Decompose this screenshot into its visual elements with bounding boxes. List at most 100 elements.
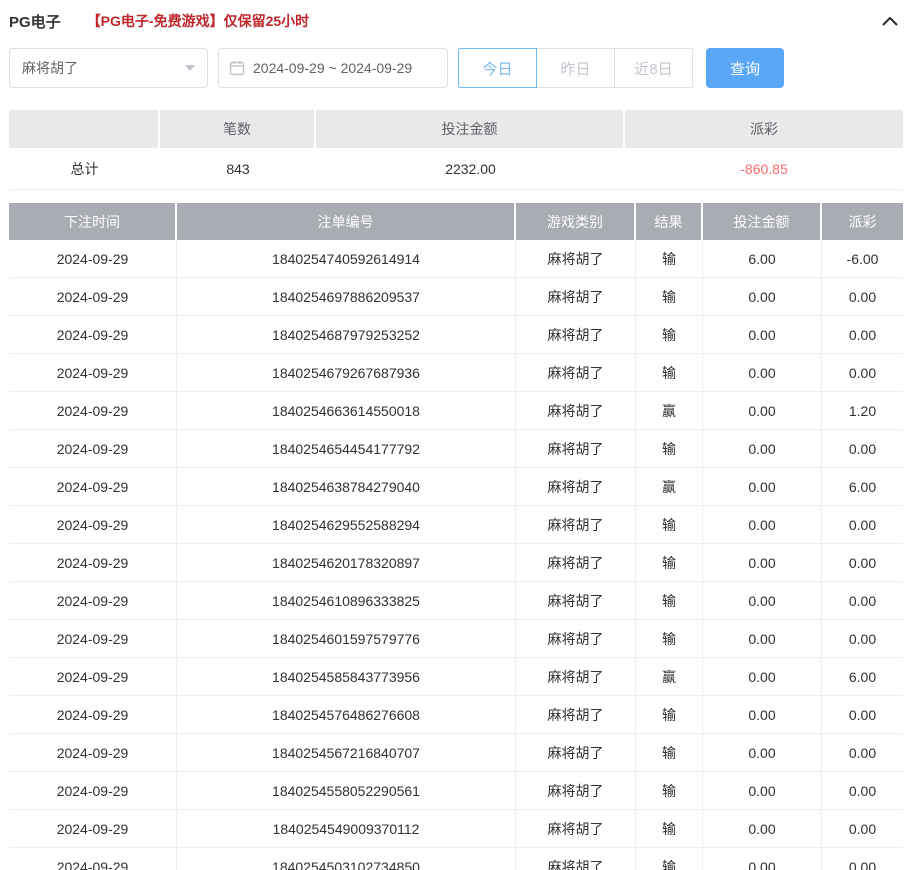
- records-table-body: 2024-09-291840254740592614914麻将胡了输6.00-6…: [9, 240, 903, 870]
- summary-bet-amount-value: 2232.00: [316, 148, 625, 190]
- table-row: 2024-09-291840254697886209537麻将胡了输0.000.…: [9, 278, 903, 316]
- summary-header-count: 笔数: [160, 110, 316, 148]
- summary-payout-value: -860.85: [625, 148, 903, 190]
- header-bet-time: 下注时间: [9, 203, 177, 240]
- payout-cell: 0.00: [822, 544, 903, 582]
- pg-records-panel: PG电子 【PG电子-免费游戏】仅保留25小时 麻将胡了 2024-09-29 …: [0, 0, 915, 870]
- result-cell: 输: [636, 316, 703, 354]
- result-cell: 输: [636, 430, 703, 468]
- result-cell: 赢: [636, 658, 703, 696]
- game-type-cell: 麻将胡了: [516, 772, 636, 810]
- game-type-cell: 麻将胡了: [516, 354, 636, 392]
- game-type-cell: 麻将胡了: [516, 810, 636, 848]
- payout-cell: 0.00: [822, 772, 903, 810]
- order-id-cell: 1840254558052290561: [177, 772, 516, 810]
- order-id-cell: 1840254576486276608: [177, 696, 516, 734]
- table-row: 2024-09-291840254740592614914麻将胡了输6.00-6…: [9, 240, 903, 278]
- order-id-cell: 1840254638784279040: [177, 468, 516, 506]
- payout-cell: 1.20: [822, 392, 903, 430]
- order-id-cell: 1840254610896333825: [177, 582, 516, 620]
- panel-title: PG电子: [9, 11, 61, 32]
- game-select-value: 麻将胡了: [22, 58, 78, 78]
- panel-notice: 【PG电子-免费游戏】仅保留25小时: [87, 11, 309, 31]
- payout-cell: -6.00: [822, 240, 903, 278]
- quick-range-button-group: 今日 昨日 近8日: [458, 48, 693, 88]
- payout-cell: 0.00: [822, 620, 903, 658]
- result-cell: 赢: [636, 392, 703, 430]
- table-row: 2024-09-291840254558052290561麻将胡了输0.000.…: [9, 772, 903, 810]
- table-row: 2024-09-291840254567216840707麻将胡了输0.000.…: [9, 734, 903, 772]
- bet-amount-cell: 0.00: [703, 582, 822, 620]
- summary-header-blank: [9, 110, 160, 148]
- header-result: 结果: [636, 203, 703, 240]
- date-range-picker[interactable]: 2024-09-29 ~ 2024-09-29: [218, 48, 448, 88]
- records-header-row: 下注时间 注单编号 游戏类别 结果 投注金额 派彩: [9, 203, 903, 240]
- order-id-cell: 1840254585843773956: [177, 658, 516, 696]
- bet-amount-cell: 0.00: [703, 278, 822, 316]
- bet-amount-cell: 0.00: [703, 810, 822, 848]
- collapse-panel-button[interactable]: [882, 16, 898, 26]
- game-type-cell: 麻将胡了: [516, 620, 636, 658]
- table-row: 2024-09-291840254576486276608麻将胡了输0.000.…: [9, 696, 903, 734]
- summary-count-value: 843: [160, 148, 316, 190]
- bet-time-cell: 2024-09-29: [9, 278, 177, 316]
- bet-amount-cell: 0.00: [703, 392, 822, 430]
- bet-amount-cell: 0.00: [703, 734, 822, 772]
- payout-cell: 0.00: [822, 848, 903, 870]
- payout-cell: 0.00: [822, 278, 903, 316]
- header-payout: 派彩: [822, 203, 903, 240]
- bet-amount-cell: 0.00: [703, 430, 822, 468]
- game-type-cell: 麻将胡了: [516, 658, 636, 696]
- bet-time-cell: 2024-09-29: [9, 240, 177, 278]
- bet-time-cell: 2024-09-29: [9, 392, 177, 430]
- bet-time-cell: 2024-09-29: [9, 734, 177, 772]
- summary-header-payout: 派彩: [625, 110, 903, 148]
- game-type-cell: 麻将胡了: [516, 316, 636, 354]
- bet-time-cell: 2024-09-29: [9, 772, 177, 810]
- table-row: 2024-09-291840254638784279040麻将胡了赢0.006.…: [9, 468, 903, 506]
- game-type-cell: 麻将胡了: [516, 544, 636, 582]
- panel-header: PG电子 【PG电子-免费游戏】仅保留25小时: [9, 0, 906, 42]
- game-select[interactable]: 麻将胡了: [9, 48, 208, 88]
- result-cell: 输: [636, 848, 703, 870]
- order-id-cell: 1840254654454177792: [177, 430, 516, 468]
- order-id-cell: 1840254663614550018: [177, 392, 516, 430]
- summary-header-bet-amount: 投注金额: [316, 110, 625, 148]
- header-game-type: 游戏类别: [516, 203, 636, 240]
- bet-time-cell: 2024-09-29: [9, 316, 177, 354]
- payout-cell: 0.00: [822, 810, 903, 848]
- payout-cell: 0.00: [822, 430, 903, 468]
- filter-bar: 麻将胡了 2024-09-29 ~ 2024-09-29 今日 昨日 近8日 查…: [9, 48, 906, 88]
- yesterday-button[interactable]: 昨日: [536, 48, 615, 88]
- bet-amount-cell: 0.00: [703, 658, 822, 696]
- header-bet-amount: 投注金额: [703, 203, 822, 240]
- result-cell: 输: [636, 278, 703, 316]
- bet-time-cell: 2024-09-29: [9, 544, 177, 582]
- table-row: 2024-09-291840254679267687936麻将胡了输0.000.…: [9, 354, 903, 392]
- game-type-cell: 麻将胡了: [516, 392, 636, 430]
- result-cell: 输: [636, 620, 703, 658]
- bet-amount-cell: 0.00: [703, 354, 822, 392]
- table-row: 2024-09-291840254549009370112麻将胡了输0.000.…: [9, 810, 903, 848]
- table-row: 2024-09-291840254601597579776麻将胡了输0.000.…: [9, 620, 903, 658]
- table-row: 2024-09-291840254585843773956麻将胡了赢0.006.…: [9, 658, 903, 696]
- records-table: 下注时间 注单编号 游戏类别 结果 投注金额 派彩 2024-09-291840…: [9, 203, 903, 870]
- bet-amount-cell: 0.00: [703, 772, 822, 810]
- today-button[interactable]: 今日: [458, 48, 537, 88]
- order-id-cell: 1840254549009370112: [177, 810, 516, 848]
- summary-table: 笔数 投注金额 派彩 总计 843 2232.00 -860.85: [9, 110, 903, 190]
- search-button[interactable]: 查询: [706, 48, 784, 88]
- payout-cell: 0.00: [822, 696, 903, 734]
- last-8-days-button[interactable]: 近8日: [614, 48, 693, 88]
- table-row: 2024-09-291840254663614550018麻将胡了赢0.001.…: [9, 392, 903, 430]
- result-cell: 输: [636, 734, 703, 772]
- payout-cell: 0.00: [822, 316, 903, 354]
- result-cell: 输: [636, 240, 703, 278]
- game-type-cell: 麻将胡了: [516, 848, 636, 870]
- order-id-cell: 1840254687979253252: [177, 316, 516, 354]
- table-row: 2024-09-291840254654454177792麻将胡了输0.000.…: [9, 430, 903, 468]
- order-id-cell: 1840254697886209537: [177, 278, 516, 316]
- result-cell: 赢: [636, 468, 703, 506]
- order-id-cell: 1840254620178320897: [177, 544, 516, 582]
- result-cell: 输: [636, 772, 703, 810]
